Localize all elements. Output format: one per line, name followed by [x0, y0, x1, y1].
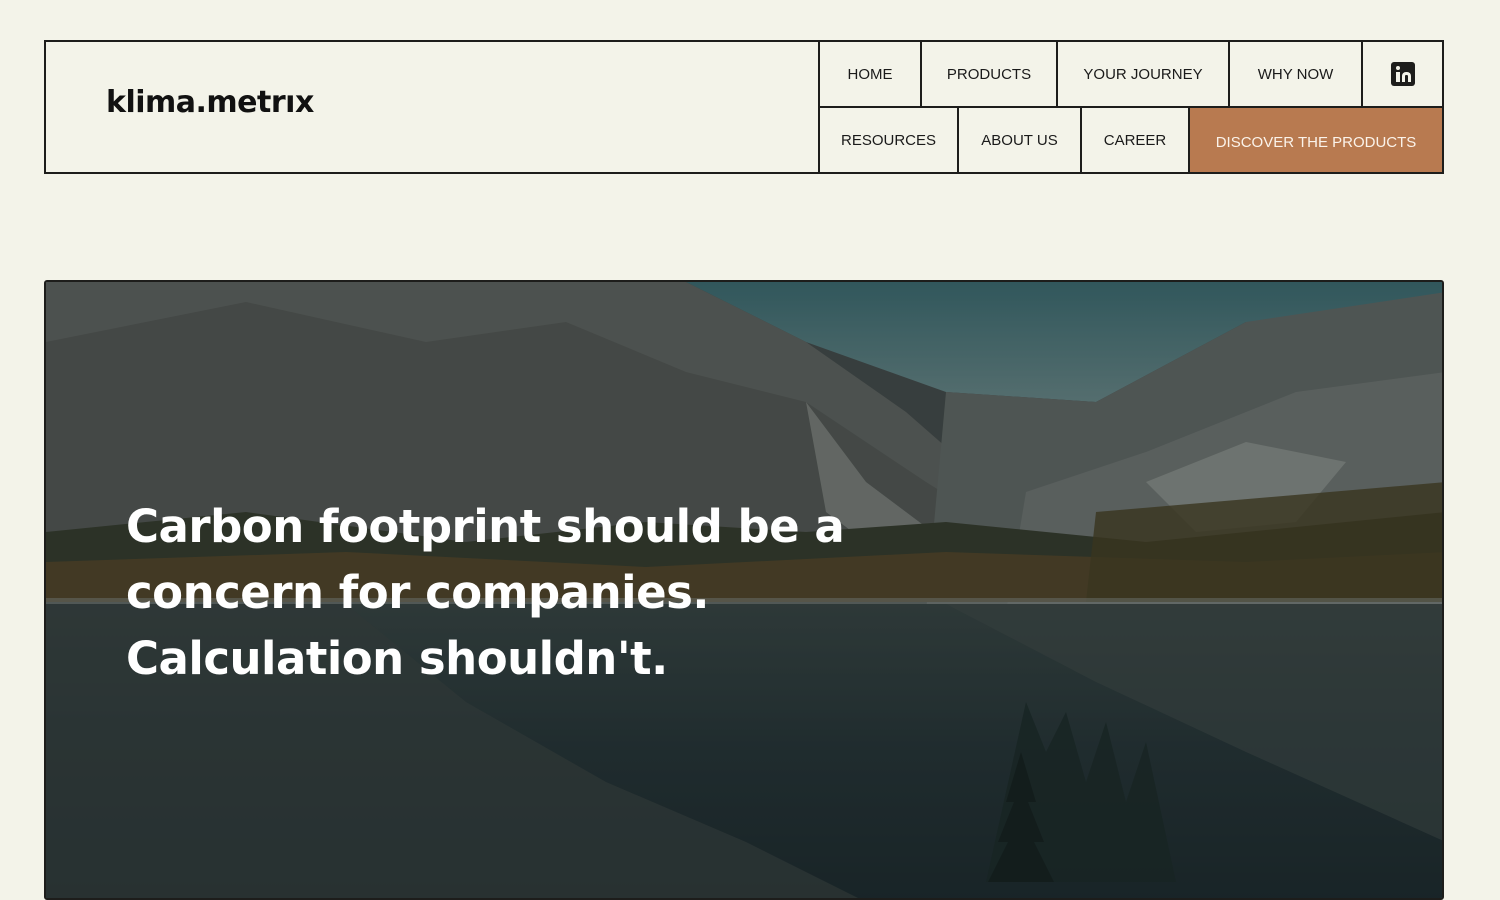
discover-products-button[interactable]: DISCOVER THE PRODUCTS	[1190, 108, 1442, 172]
main-nav: HOME PRODUCTS YOUR JOURNEY WHY NOW RESOU…	[820, 42, 1442, 172]
hero-title-line-1: Carbon footprint should be a	[126, 500, 845, 553]
nav-item-products[interactable]: PRODUCTS	[922, 42, 1058, 106]
hero-title-line-2: concern for companies.	[126, 566, 710, 619]
linkedin-link[interactable]	[1363, 42, 1442, 106]
nav-item-home[interactable]: HOME	[820, 42, 922, 106]
hero-title-line-3: Calculation shouldn't.	[126, 632, 668, 685]
nav-item-why-now[interactable]: WHY NOW	[1230, 42, 1363, 106]
linkedin-icon	[1390, 62, 1415, 86]
nav-item-career[interactable]: CAREER	[1082, 108, 1190, 172]
hero-banner: Carbon footprint should be a concern for…	[44, 280, 1444, 900]
nav-row-bottom: RESOURCES ABOUT US CAREER DISCOVER THE P…	[820, 108, 1442, 172]
site-header: klima.metrıx HOME PRODUCTS YOUR JOURNEY …	[44, 40, 1444, 174]
brand-logo[interactable]: klima.metrıx	[106, 88, 314, 118]
nav-item-your-journey[interactable]: YOUR JOURNEY	[1058, 42, 1230, 106]
logo-area: klima.metrıx	[46, 42, 820, 172]
nav-item-about-us[interactable]: ABOUT US	[959, 108, 1082, 172]
nav-item-resources[interactable]: RESOURCES	[820, 108, 959, 172]
hero-title: Carbon footprint should be a concern for…	[126, 494, 846, 692]
nav-row-top: HOME PRODUCTS YOUR JOURNEY WHY NOW	[820, 42, 1442, 108]
